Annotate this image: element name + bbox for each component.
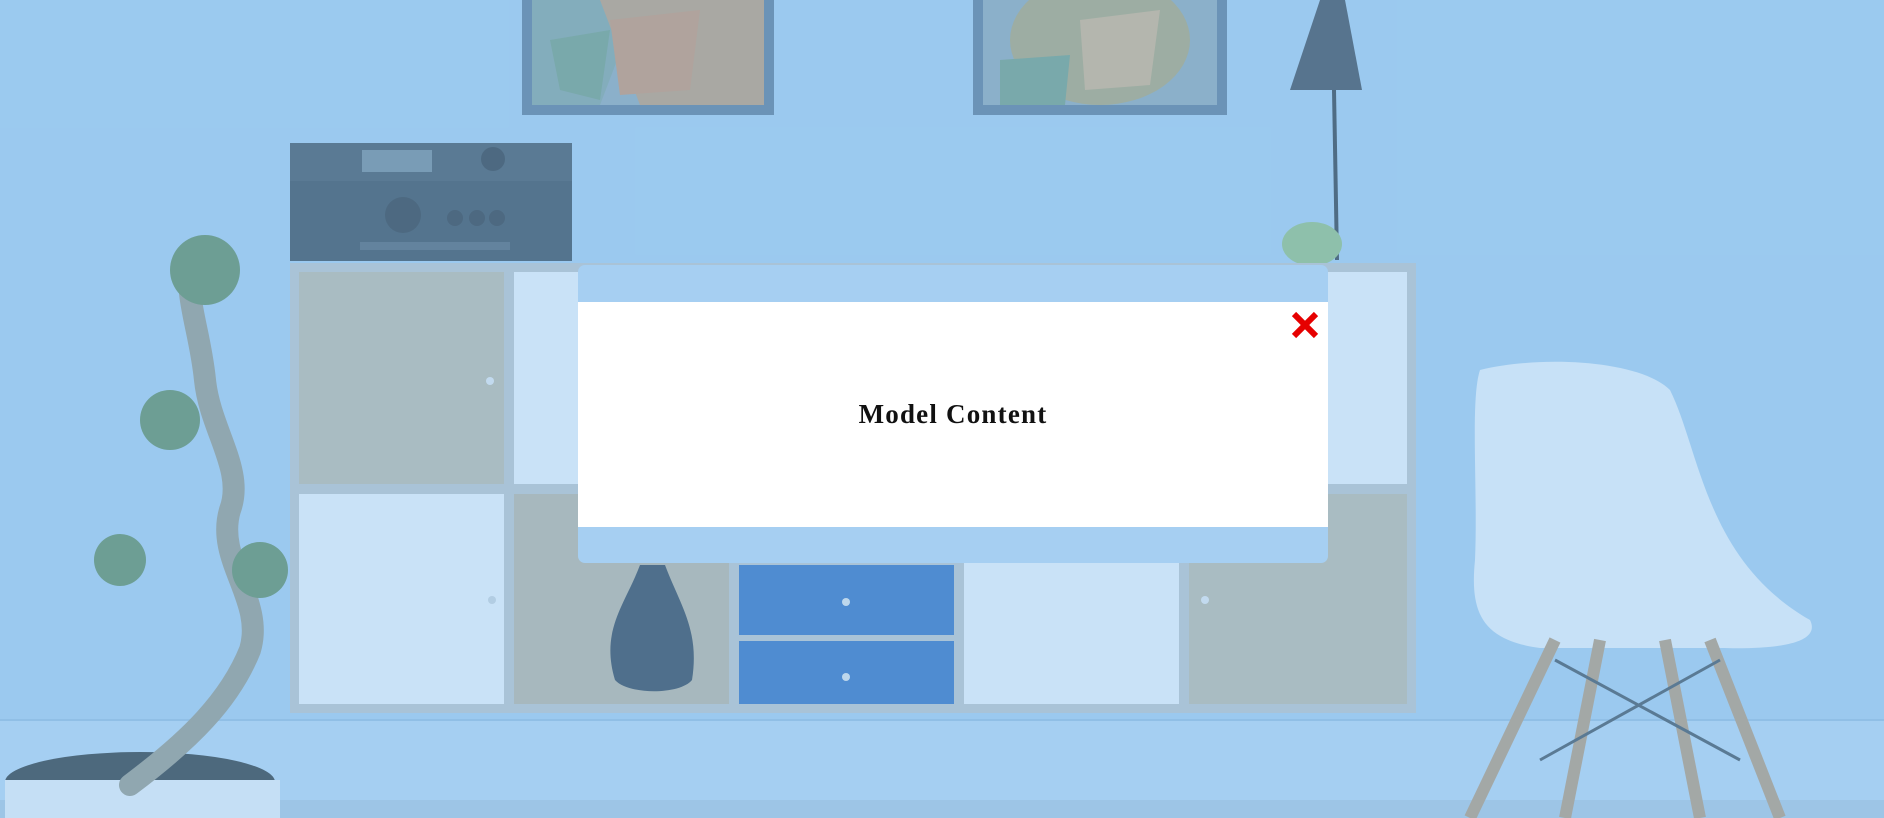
modal-body: Model Content <box>578 302 1328 527</box>
modal-dialog: Model Content <box>578 265 1328 563</box>
close-button[interactable] <box>1288 308 1322 342</box>
modal-title: Model Content <box>858 399 1048 429</box>
close-x-icon[interactable] <box>1288 308 1322 342</box>
